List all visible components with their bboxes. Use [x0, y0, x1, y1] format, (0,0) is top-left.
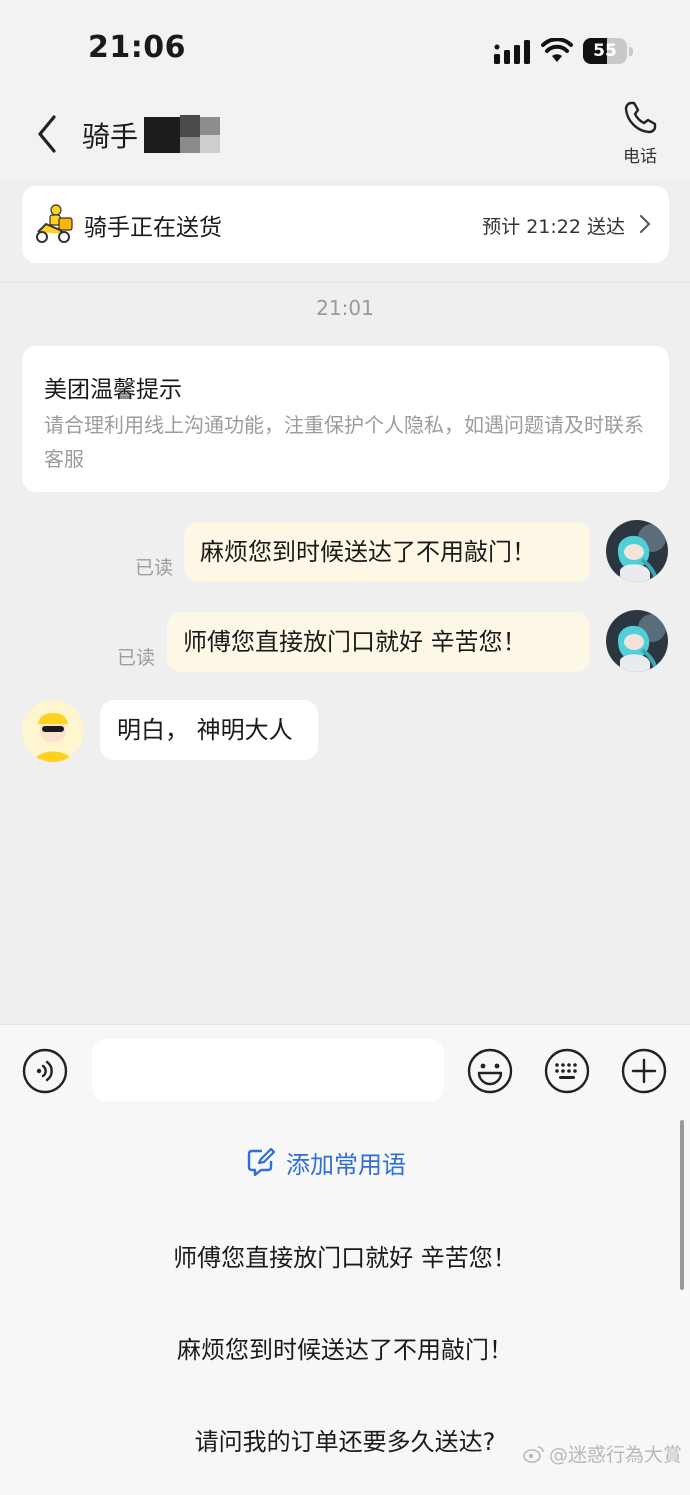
message-bubble-outgoing[interactable]: 麻烦您到时候送达了不用敲门！	[184, 522, 590, 582]
watermark-text: @迷惑行為大賞	[548, 1444, 682, 1466]
quick-phrase-item[interactable]: 麻烦您到时候送达了不用敲门！	[0, 1330, 690, 1365]
page-title: 骑手	[82, 120, 139, 153]
add-phrase-label: 添加常用语	[286, 1150, 406, 1179]
call-label: 电话	[623, 147, 657, 167]
call-button[interactable]: 电话	[612, 100, 668, 170]
user-avatar-image	[606, 610, 668, 672]
watermark: @迷惑行為大賞	[523, 1440, 682, 1467]
read-receipt: 已读	[135, 557, 174, 579]
keyboard-icon[interactable]	[544, 1048, 590, 1094]
status-time: 21:06	[88, 30, 186, 65]
system-notice-card: 美团温馨提示 请合理利用线上沟通功能，注重保护个人隐私，如遇问题请及时联系客服	[22, 346, 669, 492]
chat-timestamp: 21:01	[316, 296, 374, 320]
message-bubble-incoming[interactable]: 明白， 神明大人	[100, 700, 318, 760]
emoji-icon[interactable]	[467, 1048, 513, 1094]
message-input[interactable]	[92, 1039, 444, 1101]
add-phrase-button[interactable]: 添加常用语	[246, 1146, 406, 1179]
message-row-incoming: 明白， 神明大人	[0, 700, 690, 764]
plus-icon[interactable]	[621, 1048, 667, 1094]
weibo-icon	[523, 1445, 544, 1463]
message-row-outgoing: 已读 麻烦您到时候送达了不用敲门！	[0, 520, 690, 584]
chat-header: 骑手 电话	[0, 100, 690, 180]
status-bar: 21:06 55	[0, 0, 690, 100]
voice-input-icon[interactable]	[22, 1048, 68, 1094]
chevron-right-icon	[640, 215, 651, 233]
delivery-scooter-icon	[36, 204, 73, 243]
notice-body: 请合理利用线上沟通功能，注重保护个人隐私，如遇问题请及时联系客服	[44, 413, 644, 471]
user-avatar[interactable]	[606, 520, 668, 582]
cellular-signal-icon	[494, 40, 530, 64]
delivery-status-card[interactable]: 骑手正在送货 预计 21:22 送达	[22, 186, 669, 263]
rider-name-redacted	[144, 115, 220, 153]
read-receipt: 已读	[117, 647, 156, 669]
wifi-icon	[541, 38, 573, 62]
battery-percent: 55	[593, 41, 617, 61]
phone-icon	[624, 101, 657, 134]
divider	[0, 282, 690, 283]
user-avatar-image	[606, 520, 668, 582]
notice-title: 美团温馨提示	[44, 377, 182, 403]
edit-message-icon	[247, 1147, 276, 1177]
input-bar	[0, 1024, 690, 1120]
delivery-status-text: 骑手正在送货	[84, 215, 222, 241]
back-arrow-icon[interactable]	[30, 114, 64, 154]
user-avatar[interactable]	[606, 610, 668, 672]
quick-phrase-item[interactable]: 师傅您直接放门口就好 辛苦您！	[0, 1238, 690, 1273]
delivery-eta: 预计 21:22 送达	[482, 216, 625, 238]
message-bubble-outgoing[interactable]: 师傅您直接放门口就好 辛苦您！	[167, 612, 590, 672]
battery-indicator: 55	[583, 38, 633, 64]
quick-phrase-panel: 添加常用语 师傅您直接放门口就好 辛苦您！ 麻烦您到时候送达了不用敲门！ 请问我…	[0, 1120, 690, 1495]
rider-avatar[interactable]	[22, 700, 84, 762]
message-row-outgoing: 已读 师傅您直接放门口就好 辛苦您！	[0, 610, 690, 674]
rider-avatar-image	[22, 700, 84, 762]
